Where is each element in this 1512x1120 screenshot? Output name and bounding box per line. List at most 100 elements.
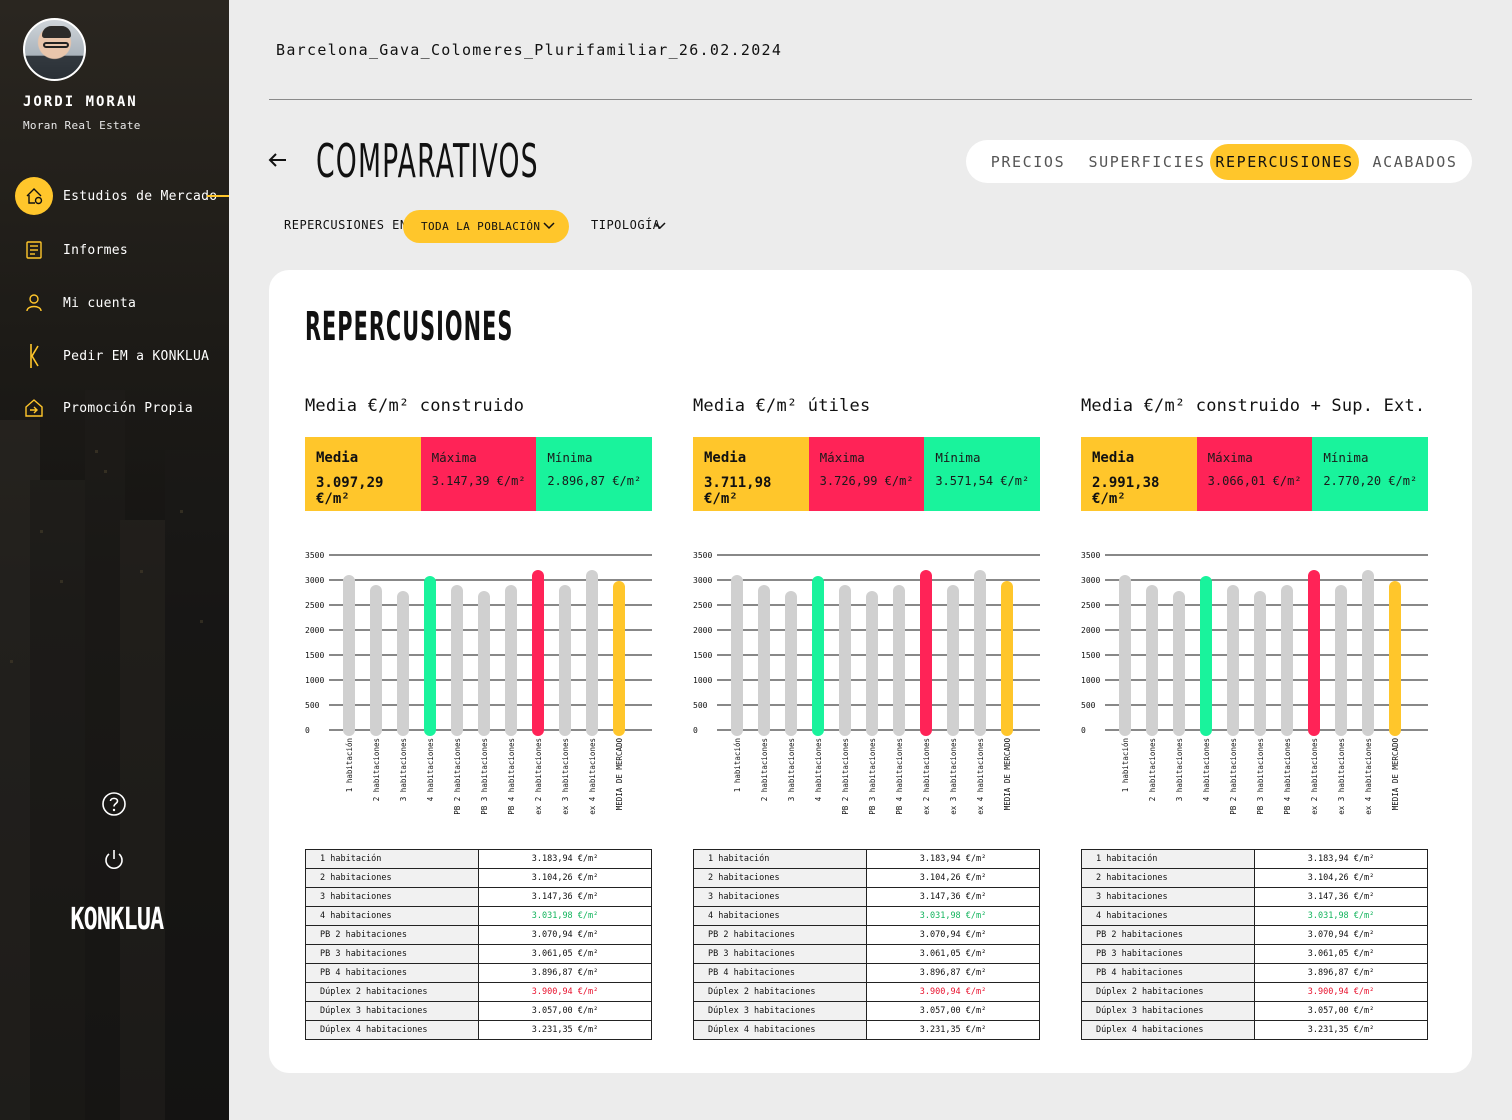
help-icon[interactable] xyxy=(101,791,127,817)
row-label: PB 4 habitaciones xyxy=(693,963,867,983)
row-label: PB 3 habitaciones xyxy=(305,944,479,964)
table-row: Dúplex 2 habitaciones 3.900,94 €/m² xyxy=(693,982,1040,1002)
tipologia-label: TIPOLOGÍA xyxy=(591,218,661,232)
table-row: PB 2 habitaciones 3.070,94 €/m² xyxy=(305,925,652,945)
x-category-label: 1 habitación xyxy=(733,738,742,792)
row-label: Dúplex 2 habitaciones xyxy=(305,982,479,1002)
x-category-label: PB 4 habitaciones xyxy=(895,738,904,815)
bar-base xyxy=(1254,726,1266,730)
x-category-label: PB 3 habitaciones xyxy=(868,738,877,815)
stat-label: Mínima xyxy=(935,450,981,465)
bar-base xyxy=(1362,726,1374,730)
scope-dropdown[interactable]: TODA LA POBLACIÓN xyxy=(403,210,569,243)
active-indicator xyxy=(207,195,229,197)
avatar[interactable] xyxy=(23,18,86,81)
back-arrow-icon[interactable] xyxy=(266,148,290,172)
x-category-label: Dúplex 3 habitaciones xyxy=(561,738,570,815)
house-coin-icon xyxy=(15,177,53,215)
row-label: Dúplex 3 habitaciones xyxy=(305,1001,479,1021)
y-tick-label: 2000 xyxy=(1081,626,1100,635)
stat-label: Media xyxy=(1092,450,1135,466)
x-category-label: 4 habitaciones xyxy=(1202,738,1211,801)
table-row: 3 habitaciones 3.147,36 €/m² xyxy=(693,887,1040,907)
x-category-label: 4 habitaciones xyxy=(814,738,823,801)
stat-label: Mínima xyxy=(1323,450,1369,465)
row-value: 3.896,87 €/m² xyxy=(866,963,1040,983)
bar-base xyxy=(920,726,932,730)
panel-title: Media €/m² útiles xyxy=(693,396,871,416)
row-label: 4 habitaciones xyxy=(305,906,479,926)
y-tick-label: 3000 xyxy=(305,576,324,585)
sidebar-item-estudios-de-mercado[interactable]: Estudios de Mercado xyxy=(15,177,217,215)
sidebar-item-label: Promoción Propia xyxy=(63,400,194,416)
stat-minima: Mínima 3.571,54 €/m² xyxy=(924,437,1040,511)
stat-minima: Mínima 2.770,20 €/m² xyxy=(1312,437,1428,511)
bar-base xyxy=(1227,726,1239,730)
row-value: 3.147,36 €/m² xyxy=(866,887,1040,907)
row-value: 3.183,94 €/m² xyxy=(478,849,652,869)
sidebar-item-promocion-propia[interactable]: Promoción Propia xyxy=(15,389,193,427)
row-value: 3.147,36 €/m² xyxy=(478,887,652,907)
table-row: PB 2 habitaciones 3.070,94 €/m² xyxy=(1081,925,1428,945)
x-category-label: PB 2 habitaciones xyxy=(453,738,462,815)
stats-row: Media 3.711,98 €/m² Máxima 3.726,99 €/m²… xyxy=(693,437,1040,511)
table-row: 2 habitaciones 3.104,26 €/m² xyxy=(693,868,1040,888)
table-row: 4 habitaciones 3.031,98 €/m² xyxy=(1081,906,1428,926)
stat-label: Máxima xyxy=(431,450,477,465)
stat-value: 3.571,54 €/m² xyxy=(935,474,1030,488)
bar-base xyxy=(532,726,544,730)
y-tick-label: 0 xyxy=(1081,726,1086,735)
sidebar-item-informes[interactable]: Informes xyxy=(15,231,128,269)
sidebar-item-pedir-em[interactable]: Pedir EM a KONKLUA xyxy=(15,337,209,375)
stats-row: Media 2.991,38 €/m² Máxima 3.066,01 €/m²… xyxy=(1081,437,1428,511)
table-row: PB 3 habitaciones 3.061,05 €/m² xyxy=(693,944,1040,964)
y-tick-label: 500 xyxy=(1081,701,1096,710)
y-tick-label: 2000 xyxy=(693,626,712,635)
stat-media: Media 2.991,38 €/m² xyxy=(1081,437,1197,511)
row-label: PB 4 habitaciones xyxy=(1081,963,1255,983)
tipologia-dropdown[interactable]: TIPOLOGÍA xyxy=(591,218,666,232)
stat-label: Media xyxy=(316,450,359,466)
stat-maxima: Máxima 3.147,39 €/m² xyxy=(420,437,537,511)
y-tick-label: 3000 xyxy=(693,576,712,585)
sidebar-item-mi-cuenta[interactable]: Mi cuenta xyxy=(15,284,136,322)
y-tick-label: 3500 xyxy=(1081,551,1100,560)
row-label: 3 habitaciones xyxy=(1081,887,1255,907)
stat-media: Media 3.097,29 €/m² xyxy=(305,437,421,511)
y-tick-label: 1000 xyxy=(1081,676,1100,685)
tab-acabados[interactable]: ACABADOS xyxy=(1359,144,1471,180)
sidebar-item-label: Mi cuenta xyxy=(63,295,137,311)
panel-construido-sup-ext: Media €/m² construido + Sup. Ext. Media … xyxy=(1081,396,1428,1040)
bar-base xyxy=(505,726,517,730)
row-label: Dúplex 4 habitaciones xyxy=(305,1020,479,1040)
row-label: Dúplex 4 habitaciones xyxy=(1081,1020,1255,1040)
table-row: PB 4 habitaciones 3.896,87 €/m² xyxy=(693,963,1040,983)
stat-value: 3.097,29 €/m² xyxy=(316,475,384,507)
values-table: 1 habitación 3.183,94 €/m² 2 habitaciones 3… xyxy=(693,849,1040,1040)
avatar-hair xyxy=(42,26,71,38)
row-value: 3.231,35 €/m² xyxy=(478,1020,652,1040)
tab-repercusiones[interactable]: REPERCUSIONES xyxy=(1210,143,1359,180)
y-tick-label: 0 xyxy=(305,726,310,735)
x-category-label: PB 4 habitaciones xyxy=(1283,738,1292,815)
y-tick-label: 500 xyxy=(693,701,708,710)
x-category-label: MEDIA DE MERCADO xyxy=(615,738,624,811)
bar-base xyxy=(451,726,463,730)
row-label: Dúplex 3 habitaciones xyxy=(1081,1001,1255,1021)
row-label: PB 3 habitaciones xyxy=(693,944,867,964)
row-value: 3.061,05 €/m² xyxy=(478,944,652,964)
values-table: 1 habitación 3.183,94 €/m² 2 habitaciones 3… xyxy=(305,849,652,1040)
row-label: 2 habitaciones xyxy=(1081,868,1255,888)
row-value: 3.900,94 €/m² xyxy=(1254,982,1428,1002)
x-category-label: Dúplex 2 habitaciones xyxy=(1310,738,1319,815)
row-value: 3.070,94 €/m² xyxy=(478,925,652,945)
stat-label: Máxima xyxy=(1207,450,1253,465)
power-icon[interactable] xyxy=(102,848,126,872)
promotion-house-icon xyxy=(15,389,53,427)
tab-superficies[interactable]: SUPERFICIES xyxy=(1084,144,1210,180)
tab-precios[interactable]: PRECIOS xyxy=(974,144,1082,180)
row-value: 3.900,94 €/m² xyxy=(478,982,652,1002)
section-tabs: PRECIOS SUPERFICIES REPERCUSIONES ACABAD… xyxy=(966,140,1472,183)
values-table: 1 habitación 3.183,94 €/m² 2 habitaciones 3… xyxy=(1081,849,1428,1040)
file-title: Barcelona_Gava_Colomeres_Plurifamiliar_2… xyxy=(276,41,783,59)
